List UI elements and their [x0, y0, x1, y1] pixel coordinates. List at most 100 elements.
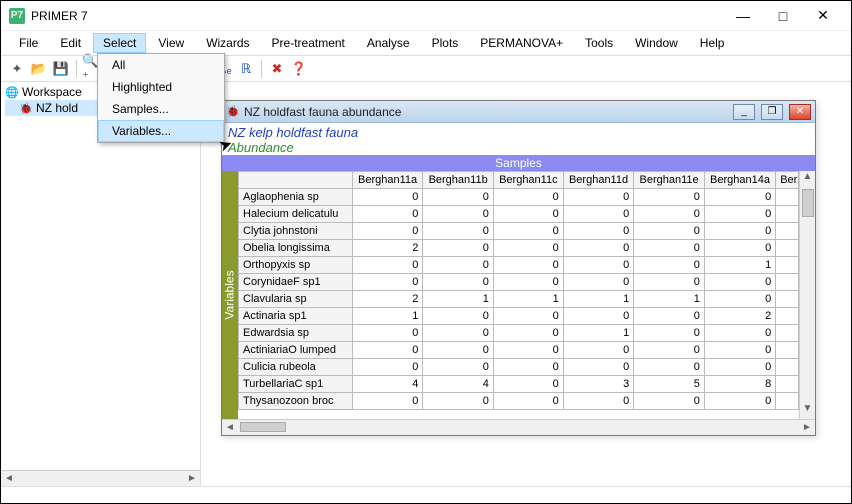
cell[interactable]: 0	[563, 189, 634, 206]
row-header[interactable]: Thysanozoon broc	[239, 393, 353, 410]
table-row[interactable]: Orthopyxis sp000001	[239, 257, 799, 274]
cell[interactable]: 0	[634, 393, 705, 410]
row-header[interactable]: Obelia longissima	[239, 240, 353, 257]
cell[interactable]: 0	[634, 189, 705, 206]
cell[interactable]: 0	[493, 223, 563, 240]
cell[interactable]: 0	[704, 342, 775, 359]
select-highlighted[interactable]: Highlighted	[98, 76, 224, 98]
table-row[interactable]: Culicia rubeola000000	[239, 359, 799, 376]
cell[interactable]: 1	[563, 325, 634, 342]
cell[interactable]: 0	[634, 325, 705, 342]
menu-window[interactable]: Window	[625, 33, 688, 53]
row-header[interactable]: Actinaria sp1	[239, 308, 353, 325]
toolbar-help-icon[interactable]: ❓	[289, 59, 309, 79]
cell[interactable]	[776, 291, 799, 308]
cell[interactable]: 0	[563, 240, 634, 257]
table-row[interactable]: Clytia johnstoni000000	[239, 223, 799, 240]
cell[interactable]: 1	[493, 291, 563, 308]
cell[interactable]: 2	[352, 291, 423, 308]
cell[interactable]: 0	[634, 257, 705, 274]
minimize-button[interactable]: —	[723, 2, 763, 30]
cell[interactable]: 0	[493, 308, 563, 325]
table-row[interactable]: TurbellariaC sp1440358	[239, 376, 799, 393]
row-header[interactable]: Clytia johnstoni	[239, 223, 353, 240]
cell[interactable]: 0	[352, 393, 423, 410]
cell[interactable]	[776, 325, 799, 342]
maximize-button[interactable]: □	[763, 2, 803, 30]
scroll-thumb[interactable]	[802, 189, 814, 217]
table-row[interactable]: ActiniariaO lumped000000	[239, 342, 799, 359]
cell[interactable]: 0	[352, 223, 423, 240]
data-grid[interactable]: Berghan11aBerghan11bBerghan11cBerghan11d…	[238, 171, 799, 410]
cell[interactable]: 0	[563, 223, 634, 240]
menu-permanova[interactable]: PERMANOVA+	[470, 33, 573, 53]
cell[interactable]: 0	[493, 359, 563, 376]
select-variables[interactable]: Variables...	[98, 120, 224, 142]
table-row[interactable]: Clavularia sp211110	[239, 291, 799, 308]
cell[interactable]: 0	[493, 206, 563, 223]
column-header[interactable]: Berghan11e	[634, 172, 705, 189]
cell[interactable]: 0	[563, 274, 634, 291]
cell[interactable]: 0	[352, 325, 423, 342]
child-close-button[interactable]: ✕	[789, 104, 811, 120]
cell[interactable]: 4	[352, 376, 423, 393]
cell[interactable]: 0	[704, 325, 775, 342]
cell[interactable]	[776, 274, 799, 291]
table-row[interactable]: Halecium delicatulu000000	[239, 206, 799, 223]
menu-wizards[interactable]: Wizards	[196, 33, 259, 53]
row-header[interactable]: Orthopyxis sp	[239, 257, 353, 274]
table-row[interactable]: Actinaria sp1100002	[239, 308, 799, 325]
cell[interactable]: 0	[563, 342, 634, 359]
cell[interactable]: 8	[704, 376, 775, 393]
cell[interactable]: 0	[493, 393, 563, 410]
cell[interactable]: 0	[634, 274, 705, 291]
cell[interactable]: 1	[423, 291, 494, 308]
scroll-track[interactable]	[238, 420, 799, 435]
toolbar-resemblance2-icon[interactable]: ℝ	[236, 59, 256, 79]
table-row[interactable]: Edwardsia sp000100	[239, 325, 799, 342]
cell[interactable]: 2	[704, 308, 775, 325]
menu-pretreatment[interactable]: Pre-treatment	[262, 33, 355, 53]
cell[interactable]: 0	[423, 189, 494, 206]
cell[interactable]: 0	[493, 240, 563, 257]
menu-plots[interactable]: Plots	[422, 33, 469, 53]
toolbar-save-icon[interactable]: 💾	[51, 59, 71, 79]
cell[interactable]: 1	[704, 257, 775, 274]
cell[interactable]: 0	[493, 189, 563, 206]
cell[interactable]: 0	[704, 223, 775, 240]
scroll-right-icon[interactable]: ►	[184, 473, 200, 484]
cell[interactable]: 0	[493, 274, 563, 291]
cell[interactable]: 0	[423, 274, 494, 291]
cell[interactable]: 1	[352, 308, 423, 325]
menu-analyse[interactable]: Analyse	[357, 33, 420, 53]
menu-help[interactable]: Help	[690, 33, 735, 53]
cell[interactable]: 0	[563, 308, 634, 325]
grid-v-scrollbar[interactable]: ▲ ▼	[799, 171, 815, 419]
cell[interactable]: 0	[493, 376, 563, 393]
row-header[interactable]: Halecium delicatulu	[239, 206, 353, 223]
cell[interactable]: 0	[493, 325, 563, 342]
cell[interactable]	[776, 393, 799, 410]
cell[interactable]: 0	[352, 206, 423, 223]
cell[interactable]: 0	[423, 206, 494, 223]
cell[interactable]	[776, 308, 799, 325]
grid-h-scrollbar[interactable]: ◄ ►	[222, 419, 815, 435]
column-header[interactable]: Berghan11b	[423, 172, 494, 189]
cell[interactable]	[776, 223, 799, 240]
column-header[interactable]: Berghan11a	[352, 172, 423, 189]
cell[interactable]: 0	[634, 206, 705, 223]
cell[interactable]: 0	[634, 240, 705, 257]
cell[interactable]	[776, 359, 799, 376]
cell[interactable]: 0	[704, 240, 775, 257]
cell[interactable]: 4	[423, 376, 494, 393]
cell[interactable]: 0	[704, 291, 775, 308]
cell[interactable]: 0	[423, 240, 494, 257]
table-row[interactable]: Aglaophenia sp000000	[239, 189, 799, 206]
column-header[interactable]: Berghan14a	[704, 172, 775, 189]
scroll-up-icon[interactable]: ▲	[800, 171, 815, 187]
column-header[interactable]: Berghan11c	[493, 172, 563, 189]
cell[interactable]: 0	[634, 223, 705, 240]
cell[interactable]: 0	[704, 393, 775, 410]
child-restore-button[interactable]: ❐	[761, 104, 783, 120]
cell[interactable]: 0	[634, 359, 705, 376]
